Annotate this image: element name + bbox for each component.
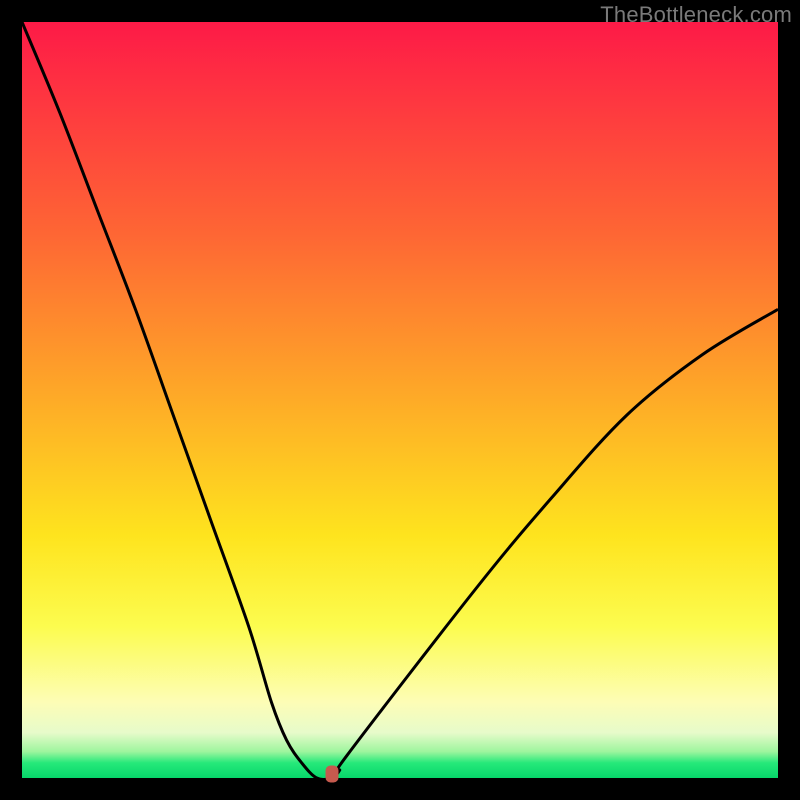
bottleneck-curve-path xyxy=(22,22,778,778)
watermark-label: TheBottleneck.com xyxy=(600,2,792,28)
optimal-point-marker xyxy=(325,766,338,783)
chart-frame: TheBottleneck.com xyxy=(0,0,800,800)
bottleneck-curve-svg xyxy=(22,22,778,778)
